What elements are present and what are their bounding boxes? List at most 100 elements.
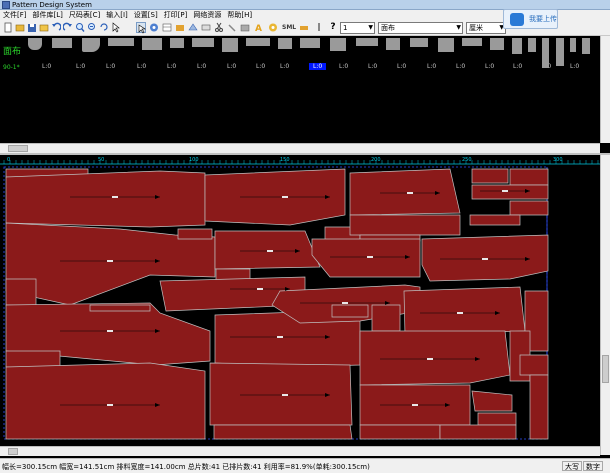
piece-cell[interactable]: L:0: [280, 63, 289, 70]
piece-cell[interactable]: L:0: [485, 63, 494, 70]
piece-thumb[interactable]: [52, 38, 72, 48]
marker-horizontal-scrollbar[interactable]: [0, 446, 600, 456]
sml-icon[interactable]: A: [254, 22, 266, 34]
color-icon[interactable]: [240, 22, 250, 33]
pattern-piece[interactable]: [359, 424, 441, 440]
pattern-piece[interactable]: [89, 304, 151, 312]
piece-cell[interactable]: L:0: [456, 63, 465, 70]
undo-icon[interactable]: [51, 22, 62, 33]
piece-cell[interactable]: L:0: [256, 63, 265, 70]
ruler-icon[interactable]: [268, 22, 278, 33]
piece-thumb[interactable]: [410, 38, 428, 47]
piece-thumb[interactable]: [490, 38, 504, 50]
pin-icon[interactable]: [299, 22, 309, 33]
pattern-piece[interactable]: [471, 390, 513, 412]
layer-select[interactable]: 1 ▼: [340, 22, 375, 34]
folder-icon[interactable]: [39, 22, 49, 33]
piece-cell[interactable]: L:0: [106, 63, 115, 70]
pattern-piece[interactable]: [331, 304, 369, 318]
pattern-piece[interactable]: [469, 214, 521, 226]
pattern-piece[interactable]: [439, 424, 517, 440]
pattern-piece[interactable]: [5, 170, 206, 228]
pattern-piece[interactable]: [177, 228, 213, 240]
piece-cell[interactable]: L:0: [309, 63, 327, 70]
piece-thumb[interactable]: [108, 38, 134, 46]
help-icon[interactable]: ?: [328, 22, 338, 33]
piece-cell[interactable]: L:0: [227, 63, 236, 70]
piece-thumb[interactable]: [278, 38, 292, 49]
pattern-piece[interactable]: [529, 374, 549, 440]
tool-icon[interactable]: [314, 22, 324, 33]
piece-cell[interactable]: L:0: [42, 63, 51, 70]
piece-thumb[interactable]: [222, 38, 238, 52]
piece-cell[interactable]: L:0: [339, 63, 348, 70]
pattern-piece[interactable]: [371, 304, 401, 332]
menu-print[interactable]: 打印[P]: [161, 10, 191, 20]
piece-cell[interactable]: L:0: [197, 63, 206, 70]
open-icon[interactable]: [15, 22, 25, 33]
pattern-piece[interactable]: [311, 238, 421, 278]
piece-thumb[interactable]: [386, 38, 400, 50]
piece-cell[interactable]: L:0: [397, 63, 406, 70]
table-icon[interactable]: [162, 22, 172, 33]
piece-thumb[interactable]: [528, 38, 536, 52]
scroll-thumb[interactable]: [8, 448, 18, 455]
pattern-piece[interactable]: [477, 412, 517, 426]
new-icon[interactable]: [3, 22, 13, 33]
top-horizontal-scrollbar[interactable]: [0, 143, 600, 153]
piece-thumb[interactable]: [512, 38, 522, 54]
menu-settings[interactable]: 设置[S]: [131, 10, 161, 20]
rotate-icon[interactable]: [99, 22, 109, 33]
pattern-piece[interactable]: [5, 362, 206, 440]
move-icon[interactable]: [136, 22, 146, 34]
scroll-thumb[interactable]: [8, 145, 28, 152]
menu-library[interactable]: 部件库[L]: [30, 10, 66, 20]
scroll-thumb[interactable]: [602, 355, 609, 383]
piece-thumb[interactable]: [300, 38, 320, 48]
pattern-piece[interactable]: [359, 330, 511, 386]
piece-thumb[interactable]: [570, 38, 576, 52]
unit-select[interactable]: 厘米 ▼: [466, 22, 506, 34]
zoom-in-icon[interactable]: [75, 22, 85, 33]
menu-file[interactable]: 文件[F]: [0, 10, 30, 20]
piece-thumb[interactable]: [582, 38, 590, 54]
pattern-piece[interactable]: [5, 350, 61, 368]
redo-icon[interactable]: [62, 22, 73, 33]
pattern-piece[interactable]: [509, 168, 549, 186]
pattern-piece[interactable]: [519, 354, 549, 376]
upload-button[interactable]: 我要上传: [503, 9, 558, 29]
pattern-piece[interactable]: [213, 424, 353, 440]
arrange-icon[interactable]: [175, 22, 185, 33]
marker-layout[interactable]: 0 50 100 150 200 250 300: [0, 155, 600, 447]
piece-thumb[interactable]: [170, 38, 184, 48]
piece-cell[interactable]: L:0: [137, 63, 146, 70]
piece-thumb[interactable]: [246, 38, 270, 46]
menu-input[interactable]: 输入[I]: [103, 10, 131, 20]
marker-canvas[interactable]: 0 50 100 150 200 250 300: [0, 155, 600, 455]
piece-cell[interactable]: L:0: [570, 63, 579, 70]
marker-vertical-scrollbar[interactable]: [600, 155, 610, 455]
piece-thumb[interactable]: [192, 38, 214, 47]
fabric-select[interactable]: 面布 ▼: [378, 22, 463, 34]
tag-icon[interactable]: [201, 22, 211, 33]
piece-thumb[interactable]: [542, 38, 549, 68]
pattern-piece[interactable]: [471, 184, 549, 200]
flip-icon[interactable]: [188, 22, 198, 33]
piece-thumb[interactable]: [356, 38, 378, 46]
pointer-icon[interactable]: [111, 22, 121, 33]
pattern-piece[interactable]: [349, 168, 461, 216]
piece-thumb[interactable]: [82, 38, 100, 52]
save-icon[interactable]: [27, 22, 37, 33]
pattern-piece[interactable]: [5, 278, 37, 306]
piece-cell[interactable]: L:0: [513, 63, 522, 70]
scissors-icon[interactable]: [214, 22, 224, 33]
piece-thumb[interactable]: [330, 38, 346, 51]
pattern-piece[interactable]: [509, 200, 549, 216]
text-icon[interactable]: [227, 22, 237, 33]
piece-cell[interactable]: L:0: [368, 63, 377, 70]
menu-network[interactable]: 网络资源: [190, 10, 224, 20]
piece-thumb[interactable]: [438, 38, 454, 52]
piece-thumb[interactable]: [142, 38, 162, 50]
pattern-piece[interactable]: [209, 362, 353, 426]
piece-cell[interactable]: L:0: [76, 63, 85, 70]
